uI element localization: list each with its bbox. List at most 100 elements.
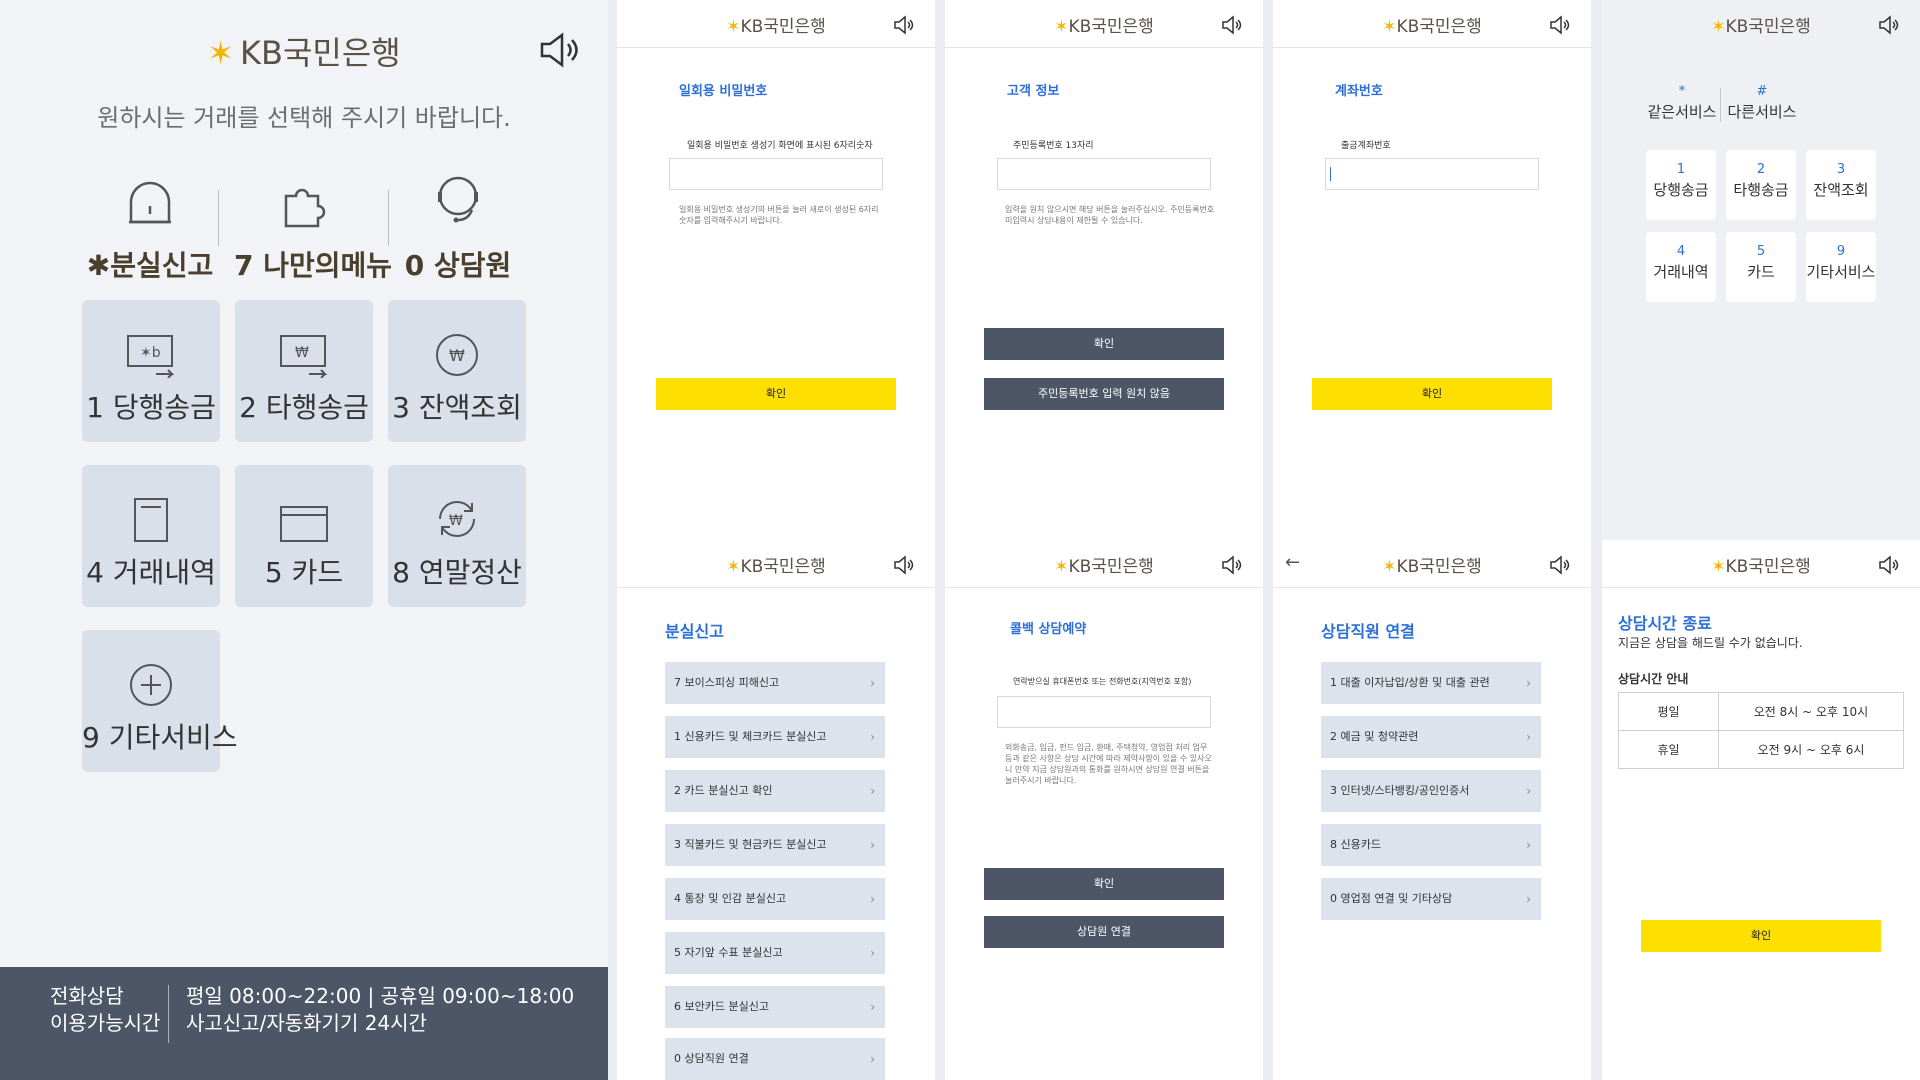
chevron-right-icon: › <box>870 784 875 798</box>
confirm-button[interactable]: 확인 <box>984 328 1224 360</box>
same-service-key[interactable]: * 같은서비스 <box>1642 84 1722 122</box>
my-menu-button[interactable]: 7 나만의메뉴 <box>234 168 393 284</box>
tile-card[interactable]: 5 카드 <box>235 465 373 607</box>
closed-message: 지금은 상담을 해드릴 수가 없습니다. <box>1618 636 1803 650</box>
screen-hours-closed: ✶KB국민은행 상담시간 종료 지금은 상담을 해드릴 수가 없습니다. 상담시… <box>1602 540 1920 1080</box>
resident-number-input[interactable] <box>997 158 1211 190</box>
speaker-icon[interactable] <box>1549 555 1571 575</box>
list-item[interactable]: 5 자기앞 수표 분실신고 › <box>665 932 885 974</box>
confirm-button[interactable]: 확인 <box>1641 920 1881 952</box>
key-label: 기타서비스 <box>1806 263 1876 281</box>
key-number: 4 <box>1676 244 1686 259</box>
otp-input[interactable] <box>669 158 883 190</box>
list-item-label: 1 대출 이자납입/상환 및 대출 관련 <box>1330 676 1490 689</box>
list-item-label: 1 신용카드 및 체크카드 분실신고 <box>674 730 827 743</box>
speaker-icon[interactable] <box>538 30 582 70</box>
key-label: 당행송금 <box>1653 181 1709 199</box>
confirm-button[interactable]: 확인 <box>1312 378 1552 410</box>
screen-lost-report: ✶KB국민은행 분실신고 7 보이스피싱 피해신고 › 1 신용카드 및 체크카드… <box>617 540 935 1080</box>
key-3[interactable]: 3 잔액조회 <box>1806 150 1876 220</box>
chevron-right-icon: › <box>1526 784 1531 798</box>
list-item-label: 0 영업점 연결 및 기타상담 <box>1330 892 1453 905</box>
list-item[interactable]: 1 신용카드 및 체크카드 분실신고 › <box>665 716 885 758</box>
list-item[interactable]: 6 보안카드 분실신고 › <box>665 986 885 1028</box>
list-item[interactable]: 4 통장 및 인감 분실신고 › <box>665 878 885 920</box>
list-item-label: 8 신용카드 <box>1330 838 1381 851</box>
tile-transaction-history[interactable]: 4 거래내역 <box>82 465 220 607</box>
confirm-button[interactable]: 확인 <box>656 378 896 410</box>
list-item[interactable]: 2 예금 및 청약관련 › <box>1321 716 1541 758</box>
kb-star-icon: ✶ <box>1054 17 1069 37</box>
card-icon <box>280 506 328 542</box>
chevron-right-icon: › <box>870 946 875 960</box>
my-menu-label: 7 나만의메뉴 <box>234 249 393 282</box>
tile-label: 2 타행송금 <box>239 391 369 424</box>
key-label: 다른서비스 <box>1727 103 1797 121</box>
speaker-icon[interactable] <box>893 555 915 575</box>
chevron-right-icon: › <box>1526 838 1531 852</box>
skip-resident-number-button[interactable]: 주민등록번호 입력 원치 않음 <box>984 378 1224 410</box>
key-4[interactable]: 4 거래내역 <box>1646 232 1716 302</box>
tile-balance-inquiry[interactable]: ₩ 3 잔액조회 <box>388 300 526 442</box>
speaker-icon[interactable] <box>1221 15 1243 35</box>
brand-logo: ✶ KB국민은행 <box>0 28 608 74</box>
key-number: 5 <box>1756 244 1766 259</box>
lost-report-button[interactable]: ✱분실신고 <box>80 168 220 284</box>
tile-year-end-settlement[interactable]: ₩ 8 연말정산 <box>388 465 526 607</box>
speaker-icon[interactable] <box>1878 555 1900 575</box>
list-item-label: 2 카드 분실신고 확인 <box>674 784 773 797</box>
hours-title: 이용가능시간 <box>50 1011 161 1035</box>
list-item[interactable]: 7 보이스피싱 피해신고 › <box>665 662 885 704</box>
list-item[interactable]: 1 대출 이자납입/상환 및 대출 관련 › <box>1321 662 1541 704</box>
chevron-right-icon: › <box>1526 730 1531 744</box>
svg-text:₩: ₩ <box>449 513 463 529</box>
svg-text:₩: ₩ <box>449 346 465 365</box>
phone-number-input[interactable] <box>997 696 1211 728</box>
chevron-right-icon: › <box>870 1052 875 1066</box>
tile-other-services[interactable]: 9 기타서비스 <box>82 630 238 772</box>
screen-header: ✶KB국민은행 <box>1602 540 1920 588</box>
speaker-icon[interactable] <box>1221 555 1243 575</box>
screen-title: 일회용 비밀번호 <box>679 84 768 99</box>
svg-text:✶b: ✶b <box>140 345 161 361</box>
screen-header: ✶KB국민은행 <box>617 540 935 588</box>
list-item[interactable]: 8 신용카드 › <box>1321 824 1541 866</box>
screen-header: ✶KB국민은행 <box>945 0 1263 48</box>
key-number: * <box>1678 84 1686 99</box>
brand-name: KB국민은행 <box>240 34 401 72</box>
confirm-button[interactable]: 확인 <box>984 868 1224 900</box>
speaker-icon[interactable] <box>1549 15 1571 35</box>
key-label: 타행송금 <box>1733 181 1789 199</box>
tile-label: 4 거래내역 <box>86 556 216 589</box>
divider <box>218 190 219 246</box>
key-9[interactable]: 9 기타서비스 <box>1806 232 1876 302</box>
list-item[interactable]: 0 상담직원 연결 › <box>665 1038 885 1080</box>
key-label: 카드 <box>1747 263 1775 281</box>
list-item[interactable]: 0 영업점 연결 및 기타상담 › <box>1321 878 1541 920</box>
table-row: 휴일 오전 9시 ~ 오후 6시 <box>1618 730 1904 769</box>
key-5[interactable]: 5 카드 <box>1726 232 1796 302</box>
puzzle-icon <box>284 188 326 228</box>
divider <box>168 985 169 1043</box>
account-number-input[interactable] <box>1325 158 1539 190</box>
list-item[interactable]: 3 직불카드 및 현금카드 분실신고 › <box>665 824 885 866</box>
key-number: 9 <box>1836 244 1846 259</box>
list-item[interactable]: 2 카드 분실신고 확인 › <box>665 770 885 812</box>
main-subtitle: 원하시는 거래를 선택해 주시기 바랍니다. <box>97 104 511 132</box>
brand-name: KB국민은행 <box>1725 557 1811 577</box>
tile-other-bank-transfer[interactable]: ₩ 2 타행송금 <box>235 300 373 442</box>
key-1[interactable]: 1 당행송금 <box>1646 150 1716 220</box>
divider <box>1720 88 1721 122</box>
help-text: 입력을 원치 않으시면 해당 버튼을 눌러주십시오. 주민등록번호 미입력시 상… <box>1005 205 1215 225</box>
list-item-label: 2 예금 및 청약관련 <box>1330 730 1419 743</box>
agent-button[interactable]: 0 상담원 <box>388 168 528 284</box>
list-item[interactable]: 3 인터넷/스타뱅킹/공인인증서 › <box>1321 770 1541 812</box>
screen-title: 상담직원 연결 <box>1321 622 1415 641</box>
speaker-icon[interactable] <box>893 15 915 35</box>
speaker-icon[interactable] <box>1878 15 1900 35</box>
tile-same-bank-transfer[interactable]: ✶b 1 당행송금 <box>82 300 220 442</box>
connect-agent-button[interactable]: 상담원 연결 <box>984 916 1224 948</box>
other-service-key[interactable]: # 다른서비스 <box>1722 84 1802 122</box>
key-2[interactable]: 2 타행송금 <box>1726 150 1796 220</box>
key-number: # <box>1756 84 1768 99</box>
